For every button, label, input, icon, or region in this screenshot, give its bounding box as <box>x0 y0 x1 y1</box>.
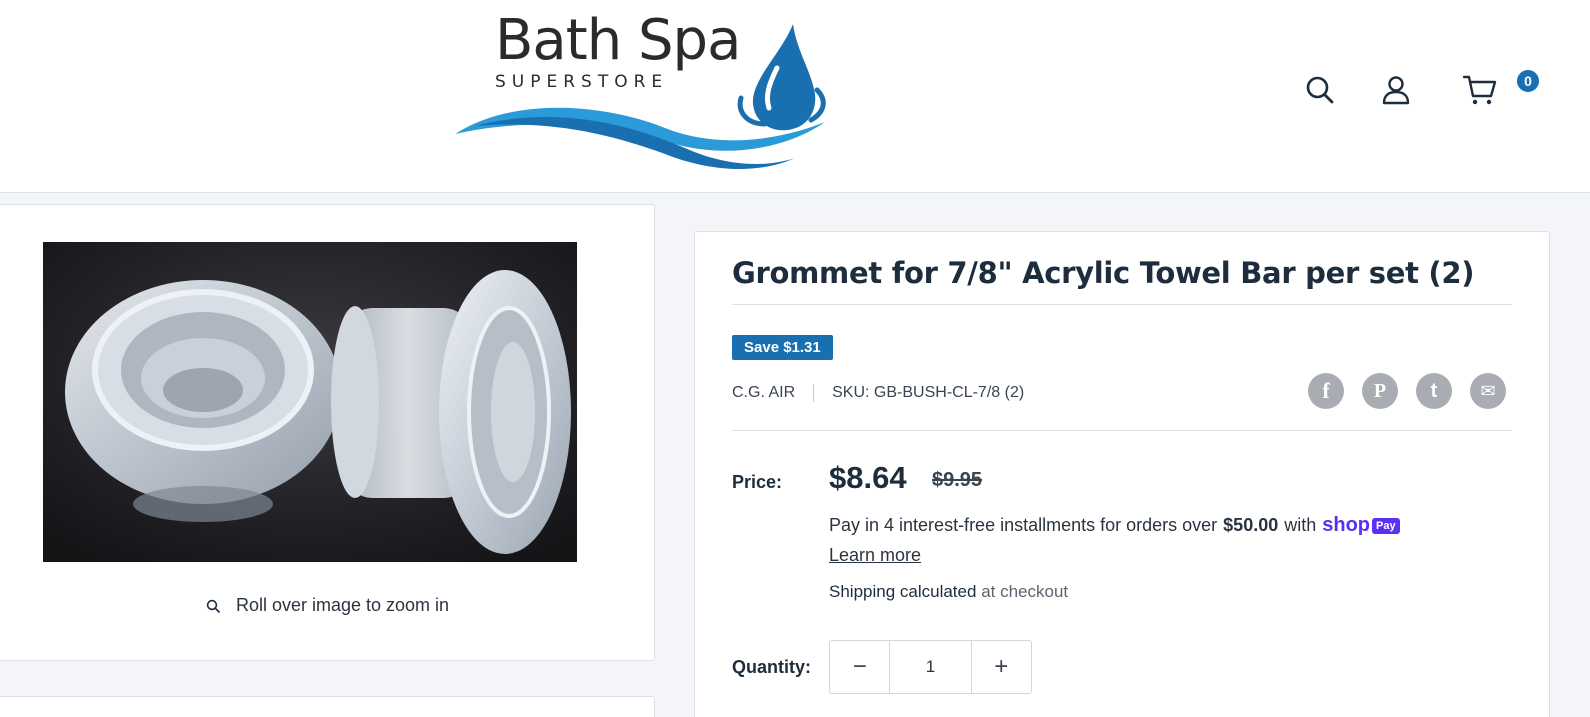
quantity-label: Quantity: <box>732 657 811 677</box>
site-logo[interactable]: Bath Spa SUPERSTORE <box>455 8 835 178</box>
logo-tagline: SUPERSTORE <box>495 72 669 92</box>
quantity-input[interactable]: 1 <box>889 641 972 693</box>
compare-at-price: $9.95 <box>932 469 983 491</box>
product-sku: SKU: GB-BUSH-CL-7/8 (2) <box>832 384 1025 401</box>
shipping-note: Shipping calculated at checkout <box>829 582 1068 602</box>
twitter-share-icon[interactable]: t <box>1416 373 1452 409</box>
share-buttons: f P t ✉ <box>1308 373 1506 409</box>
price-label: Price: <box>732 472 783 492</box>
product-meta: C.G. AIR SKU: GB-BUSH-CL-7/8 (2) <box>732 384 1024 402</box>
logo-wordmark: Bath Spa <box>495 8 741 73</box>
magnifier-icon <box>206 599 220 613</box>
save-badge: Save $1.31 <box>732 335 833 360</box>
quantity-stepper: − 1 + <box>829 640 1032 694</box>
cart-icon[interactable] <box>1460 70 1500 110</box>
product-title: Grommet for 7/8" Acrylic Towel Bar per s… <box>732 256 1475 290</box>
quantity-increase-button[interactable]: + <box>972 641 1031 693</box>
vendor-link[interactable]: C.G. AIR <box>732 384 795 402</box>
installments-threshold: $50.00 <box>1223 515 1279 535</box>
title-divider <box>732 304 1512 305</box>
secondary-card <box>0 696 655 717</box>
pinterest-share-icon[interactable]: P <box>1362 373 1398 409</box>
product-gallery: Roll over image to zoom in <box>0 204 655 661</box>
shop-pay-logo: shop <box>1322 514 1371 536</box>
facebook-share-icon[interactable]: f <box>1308 373 1344 409</box>
email-share-icon[interactable]: ✉ <box>1470 373 1506 409</box>
installments-with: with <box>1284 515 1317 535</box>
quantity-decrease-button[interactable]: − <box>830 641 889 693</box>
zoom-hint-text: Roll over image to zoom in <box>235 595 450 615</box>
cart-count-badge[interactable]: 0 <box>1515 68 1541 94</box>
shipping-at-checkout: at checkout <box>981 582 1069 601</box>
product-info-card: Grommet for 7/8" Acrylic Towel Bar per s… <box>694 231 1550 717</box>
search-icon[interactable] <box>1300 70 1340 110</box>
sale-price: $8.64 <box>829 460 907 495</box>
installments-text: Pay in 4 interest-free installments for … <box>829 515 1218 535</box>
product-image[interactable] <box>43 242 577 562</box>
shipping-calculated-link[interactable]: Shipping calculated <box>829 582 976 601</box>
installments-message: Pay in 4 interest-free installments for … <box>829 514 1400 537</box>
meta-divider <box>732 430 1512 431</box>
site-header: Bath Spa SUPERSTORE 0 <box>0 0 1590 193</box>
zoom-hint: Roll over image to zoom in <box>0 595 656 616</box>
learn-more-link[interactable]: Learn more <box>829 545 921 566</box>
meta-separator <box>813 384 815 402</box>
account-icon[interactable] <box>1376 70 1416 110</box>
product-photo-grommets <box>43 242 577 562</box>
shop-pay-badge: Pay <box>1372 517 1400 534</box>
